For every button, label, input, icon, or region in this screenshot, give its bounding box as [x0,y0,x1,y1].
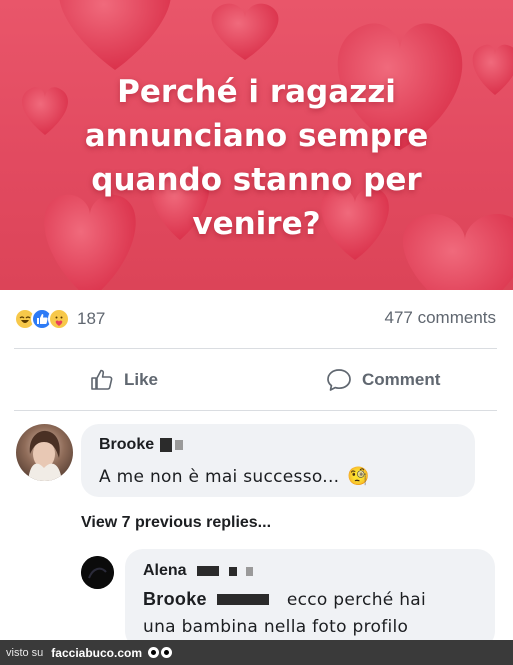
caption-line: quando stanno per [91,162,422,198]
watermark-bar: visto su facciabuco.com [0,640,513,665]
comment-button[interactable]: Comment [326,366,440,394]
divider [14,348,497,349]
caption-line: venire? [192,206,321,242]
caption-line: annunciano sempre [84,118,429,154]
redacted-surname [245,566,253,576]
comment-label: Comment [362,370,441,389]
comment-author[interactable]: Brooke [99,436,184,454]
watermark-brand: facciabuco.com [51,645,142,660]
author-name: Alena [143,562,187,579]
eye-shape [148,647,159,658]
comment-count[interactable]: 477 comments [385,308,497,328]
redacted-surname [228,566,237,576]
eyes-logo-icon [148,647,174,658]
reply-text-line: una bambina nella foto profilo [143,617,408,637]
watermark-prefix: visto su [6,646,44,659]
post-image-caption: Perché i ragazzi annunciano sempre quand… [0,70,513,246]
post-stats: 187 477 comments [0,300,513,340]
heart-shape [211,3,279,60]
comment-text: A me non è mai successo... [99,466,340,487]
avatar[interactable] [81,556,114,589]
avatar[interactable] [16,424,73,481]
comment-bubble[interactable]: Brooke A me non è mai successo... 🧐 [81,424,475,497]
author-name: Brooke [99,436,155,453]
redacted-surname [216,594,269,605]
redacted-surname [196,566,219,576]
care-icon [48,308,70,330]
avatar-photo [28,430,62,481]
mention-link[interactable]: Brooke [143,589,207,610]
heart-shape [59,0,171,70]
reply-text: una bambina nella foto profilo [143,617,409,637]
divider [14,410,497,411]
post-actions: Like Comment [0,358,513,402]
redacted-surname [160,438,173,452]
monocle-face-icon: 🧐 [347,466,371,487]
speech-bubble-icon [327,369,351,391]
reaction-count: 187 [77,309,106,328]
thumbs-up-icon [91,369,113,390]
like-button[interactable]: Like [90,366,158,394]
comment-text-row: A me non è mai successo... 🧐 [99,466,370,487]
caption-line: Perché i ragazzi [117,74,396,110]
avatar-photo [81,556,114,589]
reply-text-line: Brooke ecco perché hai [143,589,426,610]
post-image[interactable]: Perché i ragazzi annunciano sempre quand… [0,0,513,290]
reactions-summary[interactable]: 187 [14,308,105,330]
eye-shape [161,647,172,658]
like-label: Like [124,370,159,389]
reply-bubble[interactable]: Alena Brooke ecco perché hai una bambina… [125,549,495,649]
redacted-surname [175,440,184,450]
reply-author[interactable]: Alena [143,562,253,580]
view-previous-replies-link[interactable]: View 7 previous replies... [81,514,271,532]
reply-text: ecco perché hai [286,589,427,610]
